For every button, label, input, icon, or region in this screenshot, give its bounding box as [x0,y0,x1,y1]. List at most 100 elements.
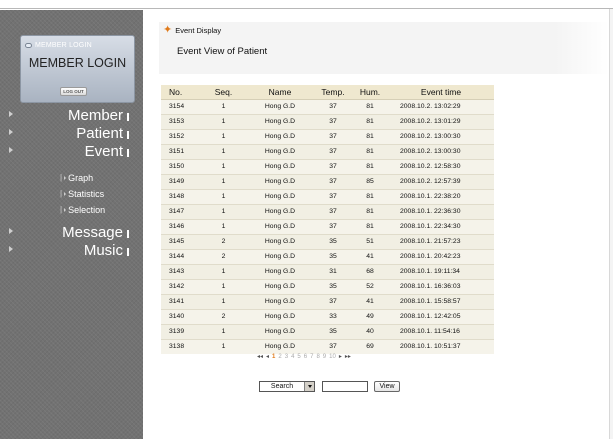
table-row: 3141 1 Hong G.D 37 41 2008.10.1. 15:58:57 [161,293,494,309]
table-cell: 1 [201,263,246,279]
table-cell: 1 [201,293,246,309]
table-cell: 35 [314,248,352,264]
table-cell: 37 [314,143,352,159]
table-cell: 3146 [161,218,201,234]
table-row: 3138 1 Hong G.D 37 69 2008.10.1. 10:51:37 [161,338,494,354]
table-cell: 3152 [161,128,201,144]
table-cell: 35 [314,233,352,249]
table-cell: 2008.10.2. 13:00:30 [388,143,494,159]
page-number-link[interactable]: 8 [316,354,319,360]
nav-item-music[interactable]: Music [9,240,129,260]
table-cell: Hong G.D [246,233,314,249]
table-cell: 1 [201,98,246,114]
table-cell: 2008.10.2. 12:58:30 [388,158,494,174]
table-cell: 2008.10.1. 12:42:05 [388,308,494,324]
table-cell: 37 [314,293,352,309]
page-number-link[interactable]: 9 [323,354,326,360]
page-number-link[interactable]: 7 [310,354,313,360]
subnav-item-label: Selection [68,204,106,215]
page-number-link[interactable]: 4 [291,354,294,360]
table-cell: 2008.10.2. 12:57:39 [388,173,494,189]
table-cell: 3147 [161,203,201,219]
table-body: 3154 1 Hong G.D 37 81 2008.10.2. 13:02:29 3153… [161,98,494,354]
nav-item-label: Event [84,142,123,160]
table-cell: 2008.10.1. 11:54:16 [388,323,494,339]
table-cell: 2008.10.1. 22:38:20 [388,188,494,204]
table-cell: 1 [201,188,246,204]
table-cell: 40 [352,323,388,339]
table-cell: 49 [352,308,388,324]
page-number-link[interactable]: 3 [285,354,288,360]
search-select-value: Search [270,383,294,390]
view-button[interactable]: View [374,381,400,392]
table-cell: Hong G.D [246,173,314,189]
table-row: 3154 1 Hong G.D 37 81 2008.10.2. 13:02:29 [161,98,494,114]
page-number-link[interactable]: 6 [304,354,307,360]
table-cell: 2008.10.2. 13:02:29 [388,98,494,114]
column-header: No. [161,85,201,100]
page-number-link[interactable]: 1 [272,354,275,360]
column-header: Temp. [314,85,352,100]
page-number-link[interactable]: 5 [297,354,300,360]
member-login-title: MEMBER LOGIN [28,56,127,70]
table-cell: 1 [201,278,246,294]
pipe-icon: | [60,173,63,182]
nav-item-event[interactable]: Event [9,141,129,161]
page-number-list: 1 2 3 4 5 6 7 8 9 10 [272,354,336,360]
table-cell: Hong G.D [246,203,314,219]
event-display-icon: ✦ [163,24,173,36]
subnav-item-statistics[interactable]: | Statistics [60,187,104,200]
table-cell: 1 [201,173,246,189]
subnav-item-selection[interactable]: | Selection [60,203,105,216]
table-row: 3142 1 Hong G.D 35 52 2008.10.1. 16:36:03 [161,278,494,294]
table-cell: 33 [314,308,352,324]
table-cell: 2008.10.1. 21:57:23 [388,233,494,249]
table-row: 3150 1 Hong G.D 37 81 2008.10.2. 12:58:30 [161,158,494,174]
last-page-button[interactable]: ▸▸ [345,353,351,360]
nav-bar-icon [127,148,129,157]
page-number-link[interactable]: 10 [329,354,336,360]
table-cell: 37 [314,203,352,219]
table-cell: 41 [352,248,388,264]
first-page-button[interactable]: ◂◂ [257,353,263,360]
table-cell: 81 [352,203,388,219]
subnav-item-graph[interactable]: | Graph [60,171,93,184]
table-cell: 81 [352,98,388,114]
logout-button[interactable]: LOG OUT [60,87,87,96]
table-cell: 35 [314,278,352,294]
table-header-row: No. Seq. Name Temp. Hum. Event time [161,85,494,100]
sidebar: MEMBER LOGIN MEMBER LOGIN LOG OUT Member… [0,10,143,439]
page-number-link[interactable]: 2 [278,354,281,360]
chevron-right-icon [9,246,13,252]
nav-item-patient[interactable]: Patient [9,123,129,143]
table-cell: 37 [314,98,352,114]
nav-item-member[interactable]: Member [9,105,129,125]
search-input[interactable] [322,381,368,392]
table-cell: 3143 [161,263,201,279]
table-cell: 3144 [161,248,201,264]
nav-item-label: Member [67,106,123,124]
table-row: 3148 1 Hong G.D 37 81 2008.10.1. 22:38:20 [161,188,494,204]
next-page-button[interactable]: ▸ [339,353,342,360]
search-select[interactable]: Search [259,381,315,392]
chevron-down-icon[interactable] [304,382,314,391]
table-cell: Hong G.D [246,218,314,234]
prev-page-button[interactable]: ◂ [266,353,269,360]
table-cell: 81 [352,158,388,174]
chevron-right-icon [9,111,13,117]
pagination: ◂◂ ◂ 1 2 3 4 5 6 7 8 9 10 ▸ ▸▸ [257,353,351,361]
table-cell: 3142 [161,278,201,294]
table-cell: Hong G.D [246,308,314,324]
table-cell: 52 [352,278,388,294]
table-cell: 1 [201,338,246,354]
nav-bar-icon [127,229,129,238]
table-cell: 68 [352,263,388,279]
table-cell: 81 [352,218,388,234]
table-cell: 1 [201,203,246,219]
table-cell: 41 [352,293,388,309]
table-cell: Hong G.D [246,323,314,339]
chevron-right-icon [9,129,13,135]
nav-item-label: Patient [76,124,123,142]
table-cell: 1 [201,323,246,339]
nav-item-message[interactable]: Message [9,222,129,242]
